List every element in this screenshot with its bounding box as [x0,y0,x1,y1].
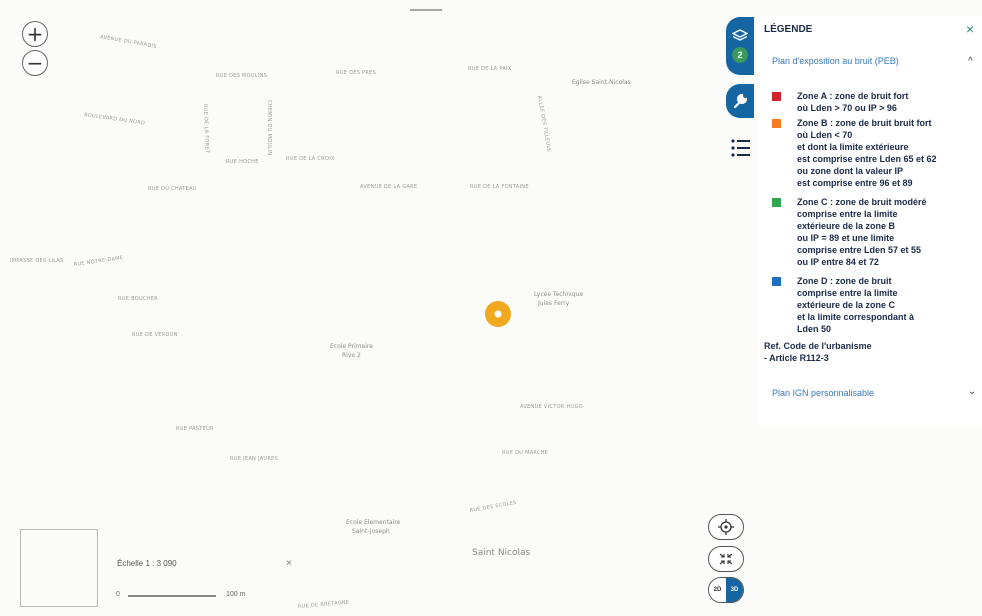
legend-panel: LÉGENDE × Plan d'exposition au bruit (PE… [758,16,982,426]
street-label: RUE DU MARCHE [502,450,548,456]
street-label: RUE DES PRES [336,70,376,76]
place-label: Jules Ferry [537,300,570,307]
locate-button[interactable] [708,514,744,540]
zone-d-text: Zone D : zone de bruit comprise entre la… [797,276,915,334]
street-label: RUE DE LA FORET [202,104,210,154]
legend-reference: Ref. Code de l'urbanisme - Article R112-… [764,341,872,363]
place-label: Rive 2 [342,352,361,359]
view-2d-3d-toggle[interactable]: 2D 3D [708,577,744,603]
street-label: RUE NOTRE-DAME [73,255,123,268]
street-label: AVENUE DU PARADIS [100,34,158,50]
layer-ign-header[interactable]: Plan IGN personnalisable [772,388,874,398]
fullscreen-button[interactable] [708,546,744,572]
scale-end: 100 m [226,591,246,598]
zone-b-text: Zone B : zone de bruit bruit fort où Lde… [797,118,937,188]
zoom-in-button[interactable]: + [22,21,48,47]
place-label: Eglise Saint-Nicolas [572,79,631,86]
zone-b-swatch [772,119,781,128]
view-2d-option[interactable]: 2D [709,578,726,602]
place-label: Lycée Technique [534,291,583,298]
street-label: AVENUE DE LA GARE [360,184,417,190]
wrench-icon [733,93,748,109]
zoom-out-button[interactable]: − [22,50,48,76]
street-label: RUE BOUCHER [118,296,158,302]
zone-c-swatch [772,198,781,207]
tools-tab[interactable] [726,84,754,118]
street-label: RUE HOCHE [226,159,259,165]
street-label: RUE DES MOULINS [216,73,267,79]
crosshair-icon [718,519,734,535]
scale-bar [128,595,216,597]
scale-label: Échelle 1 : 3 090 [117,559,177,568]
street-label: AVENUE VICTOR HUGO [520,404,583,410]
street-label: RUE DU CHATEAU [148,186,197,192]
layers-tab[interactable]: 2 [726,17,754,75]
layer-peb-header[interactable]: Plan d'exposition au bruit (PEB) [772,56,899,66]
collapse-arrows-icon [719,553,733,565]
street-label: RUE DE LA FONTAINE [470,184,529,190]
scale-panel: Échelle 1 : 3 090 × 0 100 m [104,553,300,608]
place-label: Saint-Joseph [352,528,390,535]
overview-minimap[interactable] [20,529,98,607]
street-label: RUE DE VERDUN [132,332,178,338]
layers-icon [732,29,748,41]
legend-list-icon[interactable] [730,137,752,159]
street-label: CHEMIN DU MOULIN [266,100,272,155]
place-label: Saint Nicolas [472,548,531,558]
scale-close-button[interactable]: × [286,558,292,569]
legend-title: LÉGENDE [764,24,813,35]
street-label: RUE PASTEUR [176,426,214,432]
place-label: Ecole Primaire [330,343,373,350]
scale-zero: 0 [116,591,120,598]
chevron-down-icon[interactable]: ⌄ [968,386,976,397]
zone-a-text: Zone A : zone de bruit fort où Lden > 70… [797,91,909,113]
layers-count-badge: 2 [732,47,748,63]
chevron-up-icon[interactable]: ^ [968,56,973,67]
zone-c-text: Zone C : zone de bruit modéré comprise e… [797,197,927,267]
street-label: RUE DE LA CROIX [286,156,335,162]
street-label: BOULEVARD DU NORD [84,112,146,127]
view-3d-option[interactable]: 3D [726,578,743,602]
zone-a-swatch [772,92,781,101]
street-label: RUE DE BRETAGNE [298,599,350,609]
street-label: RUE DE LA PAIX [468,66,512,72]
place-label: Ecole Elementaire [346,519,401,526]
zone-d-swatch [772,277,781,286]
legend-close-button[interactable]: × [966,21,974,37]
place-labels: Eglise Saint-Nicolas Lycée Technique Jul… [330,79,631,558]
street-label: ALLEE DES TILLEULS [536,95,552,152]
street-label: RUE JEAN JAURES [230,456,278,462]
street-label: RUE DES ECOLES [469,500,517,514]
street-label: IMPASSE DES LILAS [10,258,64,264]
location-marker[interactable] [485,301,511,327]
